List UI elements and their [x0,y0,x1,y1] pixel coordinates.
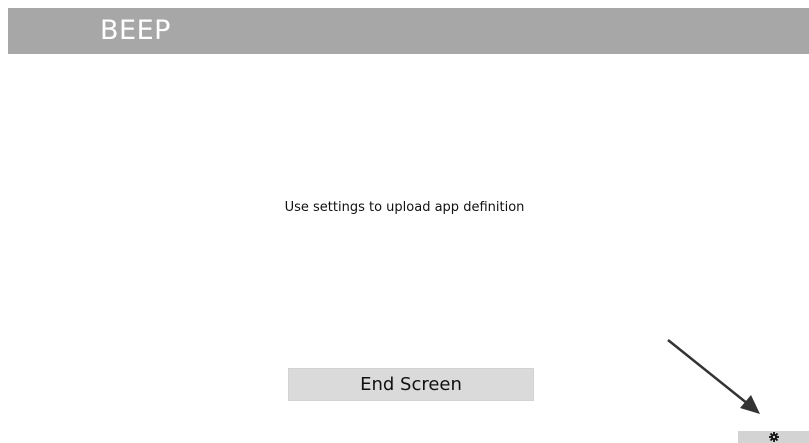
app-title: BEEP [100,15,171,46]
status-message: Use settings to upload app definition [284,200,525,215]
app-window: BEEP Use settings to upload app definiti… [0,0,809,443]
arrow-icon [667,339,760,414]
end-screen-button[interactable]: End Screen [288,368,534,401]
gear-icon [769,432,779,442]
header-bar: BEEP [8,8,809,54]
settings-button[interactable] [738,431,809,443]
